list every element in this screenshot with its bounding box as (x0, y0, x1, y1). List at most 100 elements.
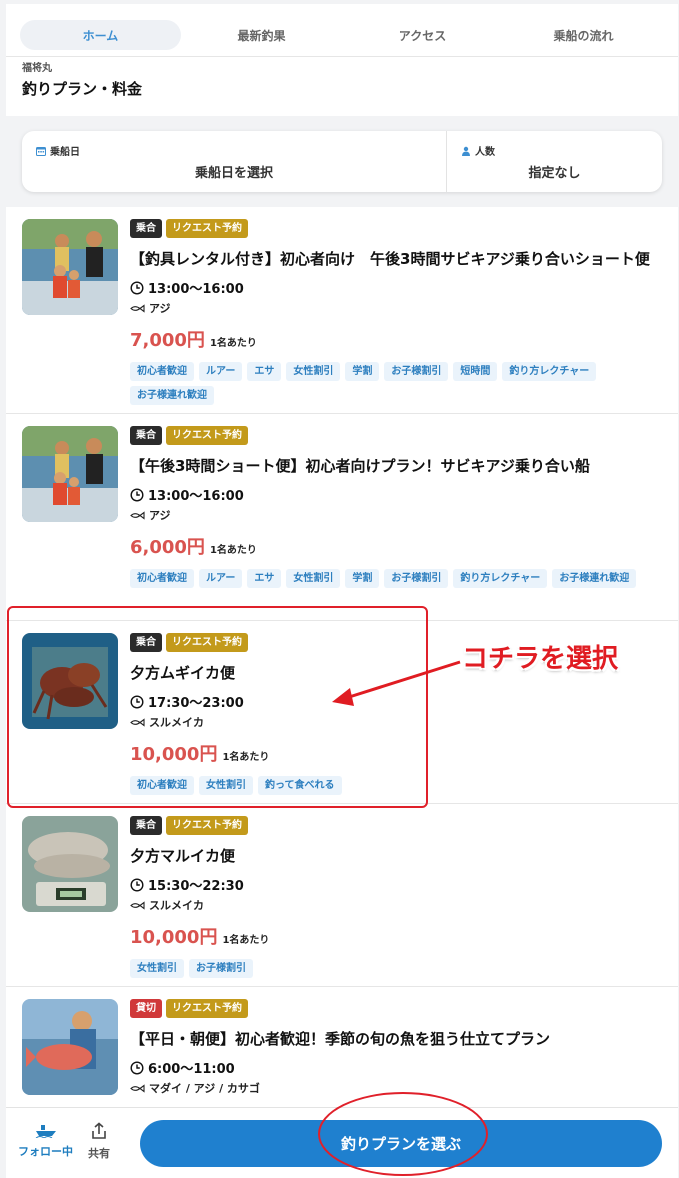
date-selector[interactable]: 乗船日 乗船日を選択 (22, 131, 447, 192)
plan-photo (22, 426, 118, 522)
type-badge: 乗合 (130, 426, 162, 445)
fish-icon (130, 303, 145, 313)
tag-list: 初心者歓迎 ルアー エサ 女性割引 学割 お子様割引 釣り方レクチャー お子様連… (130, 569, 640, 588)
page-title: 釣りプラン・料金 (22, 80, 143, 98)
tag-list: 女性割引 お子様割引 (130, 959, 640, 978)
header: ホーム 最新釣果 アクセス 乗船の流れ 福将丸 釣りプラン・料金 (6, 4, 678, 116)
plan-time: 17:30〜23:00 (148, 696, 244, 711)
tag: 学割 (345, 362, 380, 381)
tag: ルアー (199, 362, 243, 381)
tag: 初心者歓迎 (130, 362, 194, 381)
tag: ルアー (199, 569, 243, 588)
plan-time: 13:00〜16:00 (148, 489, 244, 504)
plan-item[interactable]: 乗合 リクエスト予約 夕方マルイカ便 15:30〜22:30 スルメイカ 10,… (6, 804, 678, 987)
tab-home[interactable]: ホーム (20, 20, 181, 50)
fish-icon (130, 900, 145, 910)
plan-item[interactable]: 乗合 リクエスト予約 【午後3時間ショート便】初心者向けプラン！サビキアジ乗り合… (6, 414, 678, 621)
plan-fish: スルメイカ (149, 899, 204, 912)
plan-item[interactable]: 乗合 リクエスト予約 【釣具レンタル付き】初心者向け 午後3時間サビキアジ乗り合… (6, 207, 678, 414)
tag: 女性割引 (286, 569, 341, 588)
tab-access[interactable]: アクセス (342, 20, 503, 50)
plan-fish: アジ (149, 509, 171, 522)
divider (6, 56, 678, 57)
share-button[interactable]: 共有 (88, 1122, 110, 1161)
plan-title: 夕方マルイカ便 (130, 847, 236, 865)
search-filter: 乗船日 乗船日を選択 人数 指定なし (22, 131, 662, 192)
request-badge: リクエスト予約 (166, 633, 248, 652)
people-selector[interactable]: 人数 指定なし (447, 131, 662, 192)
tag: エサ (247, 569, 282, 588)
plan-fish: アジ (149, 302, 171, 315)
tag: 女性割引 (286, 362, 341, 381)
plan-price: 10,000円 (130, 927, 218, 948)
plan-price: 7,000円 (130, 330, 205, 351)
people-label: 人数 (475, 147, 495, 158)
clock-icon (130, 877, 144, 892)
type-badge: 乗合 (130, 816, 162, 835)
tag: 短時間 (453, 362, 498, 381)
tag: お子様割引 (189, 959, 253, 978)
plan-title: 【午後3時間ショート便】初心者向けプラン！サビキアジ乗り合い船 (130, 457, 590, 475)
tab-bar: ホーム 最新釣果 アクセス 乗船の流れ (20, 20, 664, 50)
plan-fish: マダイ / アジ / カサゴ (149, 1082, 260, 1095)
bottom-bar: フォロー中 共有 釣りプランを選ぶ (6, 1107, 678, 1178)
plan-time: 13:00〜16:00 (148, 282, 244, 297)
request-badge: リクエスト予約 (166, 219, 248, 238)
plan-price: 6,000円 (130, 537, 205, 558)
fish-icon (130, 510, 145, 520)
plan-fish: スルメイカ (149, 716, 204, 729)
type-badge: 乗合 (130, 219, 162, 238)
plan-price: 10,000円 (130, 744, 218, 765)
price-unit: 1名あたり (209, 338, 257, 349)
annotation-callout: コチラを選択 (462, 644, 619, 674)
price-unit: 1名あたり (222, 752, 270, 763)
tag: 学割 (345, 569, 380, 588)
fish-icon (130, 1083, 145, 1093)
plan-photo (22, 999, 118, 1095)
person-icon (462, 146, 470, 156)
follow-button[interactable]: フォロー中 (18, 1122, 73, 1159)
plan-time: 6:00〜11:00 (148, 1062, 235, 1077)
tag: お子様連れ歓迎 (552, 569, 637, 588)
plan-title: 【平日・朝便】初心者歓迎！季節の旬の魚を狙う仕立てプラン (130, 1030, 551, 1048)
request-badge: リクエスト予約 (166, 999, 248, 1018)
plan-time: 15:30〜22:30 (148, 879, 244, 894)
share-icon (92, 1122, 106, 1139)
date-value: 乗船日を選択 (194, 166, 273, 181)
plan-photo (22, 219, 118, 315)
tag: 初心者歓迎 (130, 776, 194, 795)
plan-photo (22, 816, 118, 912)
plan-title: 【釣具レンタル付き】初心者向け 午後3時間サビキアジ乗り合いショート便 (130, 250, 650, 268)
people-value: 指定なし (528, 166, 581, 181)
clock-icon (130, 694, 144, 709)
clock-icon (130, 280, 144, 295)
tag: 釣り方レクチャー (453, 569, 548, 588)
calendar-icon (36, 146, 46, 156)
tag-list: 初心者歓迎 ルアー エサ 女性割引 学割 お子様割引 短時間 釣り方レクチャー … (130, 362, 640, 405)
tag: 女性割引 (130, 959, 184, 978)
tag: お子様割引 (384, 569, 449, 588)
type-badge: 乗合 (130, 633, 162, 652)
price-unit: 1名あたり (209, 545, 257, 556)
plan-photo (22, 633, 118, 729)
tag: お子様連れ歓迎 (130, 386, 214, 405)
price-unit: 1名あたり (222, 935, 270, 946)
tag: お子様割引 (384, 362, 449, 381)
plan-item[interactable]: 貸切 リクエスト予約 【平日・朝便】初心者歓迎！季節の旬の魚を狙う仕立てプラン … (6, 987, 678, 1107)
choose-plan-button[interactable]: 釣りプランを選ぶ (140, 1120, 662, 1167)
fish-icon (130, 717, 145, 727)
date-label: 乗船日 (50, 147, 80, 158)
request-badge: リクエスト予約 (166, 816, 248, 835)
tag-list: 初心者歓迎 女性割引 釣って食べれる (130, 776, 640, 795)
clock-icon (130, 487, 144, 502)
boat-icon (35, 1125, 56, 1138)
request-badge: リクエスト予約 (166, 426, 248, 445)
follow-label: フォロー中 (18, 1145, 73, 1158)
tag: 釣って食べれる (258, 776, 342, 795)
tag: エサ (247, 362, 282, 381)
boat-name: 福将丸 (22, 63, 52, 74)
tab-boarding-flow[interactable]: 乗船の流れ (503, 20, 664, 50)
tag: 女性割引 (199, 776, 253, 795)
tag: 釣り方レクチャー (502, 362, 597, 381)
tab-latest-catch[interactable]: 最新釣果 (181, 20, 342, 50)
